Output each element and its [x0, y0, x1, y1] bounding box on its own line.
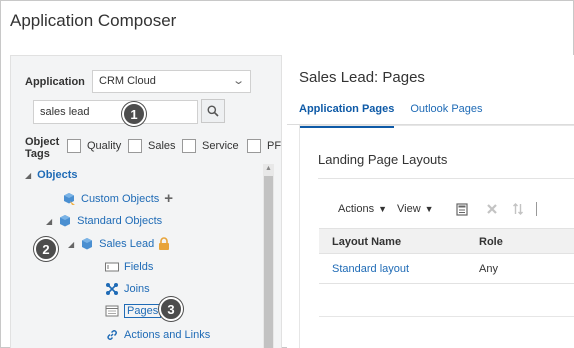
section-title: Sales Lead: Pages — [299, 69, 425, 86]
callout-badge-3: 3 — [159, 297, 183, 321]
landing-divider — [318, 178, 574, 179]
tag-service-checkbox[interactable] — [182, 139, 196, 153]
application-select-value: CRM Cloud — [99, 75, 156, 87]
sort-icon[interactable] — [510, 201, 526, 217]
tree-node-label: Sales Lead — [99, 238, 155, 250]
callout-badge-1: 1 — [122, 102, 146, 126]
tree-node-pages[interactable]: Pages — [105, 304, 162, 318]
link-icon — [105, 328, 119, 342]
application-select[interactable]: CRM Cloud ⌄ — [92, 70, 251, 93]
landing-layouts-title: Landing Page Layouts — [318, 152, 448, 167]
tag-label: Quality — [87, 140, 122, 152]
expanded-triangle-icon[interactable]: ◢ — [68, 240, 74, 249]
object-navigator-panel: Application CRM Cloud ⌄ Object Tags Qual… — [10, 55, 282, 348]
joins-icon — [105, 282, 119, 296]
actions-menu-label: Actions — [338, 203, 375, 215]
tree-node-label: Fields — [124, 261, 154, 273]
expanded-triangle-icon[interactable]: ◢ — [25, 171, 31, 180]
layouts-toolbar: Actions ▼ View ▼ — [338, 201, 537, 217]
layout-name-link[interactable]: Standard layout — [332, 263, 409, 275]
duplicate-layout-icon[interactable] — [454, 201, 470, 217]
tag-pf-checkbox[interactable] — [247, 139, 261, 153]
tree-node-label: Custom Objects — [81, 193, 160, 205]
actions-menu[interactable]: Actions ▼ — [338, 203, 387, 215]
standard-object-icon — [58, 214, 72, 228]
view-menu-label: View — [397, 203, 421, 215]
delete-icon[interactable] — [484, 201, 500, 217]
standard-object-icon — [80, 237, 94, 251]
tree-node-sales-lead[interactable]: ◢ Sales Lead — [68, 237, 170, 251]
layouts-table-header: Layout Name Role — [319, 228, 574, 254]
column-header-layout-name[interactable]: Layout Name — [332, 236, 401, 248]
toolbar-separator — [535, 202, 537, 216]
tag-label: Service — [202, 140, 239, 152]
tree-node-standard-objects[interactable]: ◢ Standard Objects — [46, 214, 162, 228]
callout-badge-2: 2 — [34, 237, 58, 261]
tree-node-label: Objects — [37, 169, 78, 181]
tree-node-label: Joins — [124, 283, 150, 295]
tag-label: Sales — [148, 140, 176, 152]
table-bottom-line — [319, 316, 574, 317]
tree-node-label: Actions and Links — [124, 329, 211, 341]
tag-pf[interactable]: PF — [247, 139, 281, 153]
tag-service[interactable]: Service — [182, 139, 239, 153]
tag-quality-checkbox[interactable] — [67, 139, 81, 153]
caret-down-icon: ▼ — [424, 204, 434, 214]
object-search-input[interactable] — [33, 100, 198, 124]
scrollbar-thumb[interactable] — [264, 176, 273, 348]
tag-label: PF — [267, 140, 282, 152]
chevron-down-icon: ⌄ — [231, 75, 245, 87]
lock-icon — [158, 237, 170, 251]
application-label: Application — [25, 76, 85, 88]
tree-node-label: Pages — [124, 304, 162, 318]
search-icon — [207, 105, 219, 117]
tree-node-fields[interactable]: Fields — [105, 260, 153, 274]
tree-node-objects[interactable]: ◢ Objects — [25, 169, 78, 181]
table-row[interactable]: Standard layout Any — [319, 254, 574, 284]
scroll-up-icon[interactable]: ▲ — [263, 164, 274, 174]
app-title: Application Composer — [10, 11, 177, 30]
tree-node-actions-and-links[interactable]: Actions and Links — [105, 328, 210, 342]
custom-object-icon — [62, 192, 76, 206]
object-tags-label: Object Tags — [25, 136, 60, 160]
tag-sales[interactable]: Sales — [128, 139, 176, 153]
tag-quality[interactable]: Quality — [67, 139, 121, 153]
tree-scrollbar[interactable]: ▲ — [263, 164, 274, 348]
layout-role: Any — [479, 263, 498, 275]
view-menu[interactable]: View ▼ — [397, 203, 434, 215]
add-icon[interactable]: + — [164, 191, 173, 206]
tree-node-custom-objects[interactable]: Custom Objects + — [62, 191, 173, 206]
caret-down-icon: ▼ — [378, 204, 387, 214]
tag-sales-checkbox[interactable] — [128, 139, 142, 153]
expanded-triangle-icon[interactable]: ◢ — [46, 217, 52, 226]
column-header-role[interactable]: Role — [479, 236, 503, 248]
tree-node-joins[interactable]: Joins — [105, 282, 150, 296]
fields-icon — [105, 260, 119, 274]
tree-node-label: Standard Objects — [77, 215, 163, 227]
pages-icon — [105, 304, 119, 318]
search-button[interactable] — [201, 99, 225, 123]
